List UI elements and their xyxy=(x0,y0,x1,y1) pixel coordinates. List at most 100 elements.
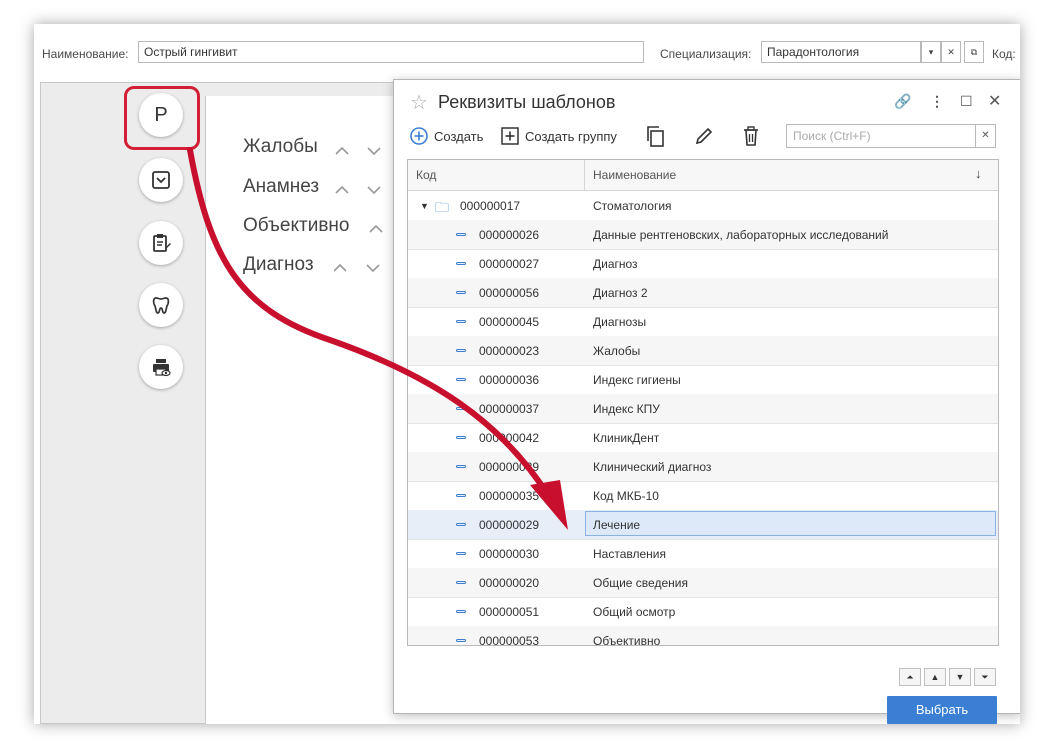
table-row[interactable]: 000000039 Клинический диагноз xyxy=(408,452,998,482)
row-code: 000000027 xyxy=(479,257,540,271)
row-name: Общий осмотр xyxy=(593,605,676,619)
row-name: Индекс КПУ xyxy=(593,402,660,416)
item-icon xyxy=(456,291,466,294)
printer-eye-icon xyxy=(153,359,171,377)
expand-button[interactable] xyxy=(139,158,183,202)
item-icon xyxy=(456,610,466,613)
table-row[interactable]: 000000027 Диагноз xyxy=(408,249,998,279)
chevron-up-icon xyxy=(369,224,383,233)
row-code: 000000056 xyxy=(479,286,540,300)
table-header: Код Наименование ↓ xyxy=(408,160,998,191)
column-code[interactable]: Код xyxy=(416,168,436,182)
row-name: Лечение xyxy=(593,518,641,532)
row-name: Общие сведения xyxy=(593,576,688,590)
row-name: Объективно xyxy=(593,634,661,646)
templates-table: Код Наименование ↓ ▼ 🗀 000000017 Стоматолог… xyxy=(407,159,999,646)
column-name[interactable]: Наименование xyxy=(593,168,676,182)
print-preview-button[interactable] xyxy=(139,345,183,389)
row-code: 000000020 xyxy=(479,576,540,590)
more-icon[interactable]: ⋮ xyxy=(930,93,944,110)
table-row[interactable]: 000000023 Жалобы xyxy=(408,336,998,366)
row-code: 000000037 xyxy=(479,402,540,416)
table-row[interactable]: 000000026 Данные рентгеновских, лаборатор… xyxy=(408,220,998,250)
star-icon[interactable]: ☆ xyxy=(410,90,428,115)
dialog-title: Реквизиты шаблонов xyxy=(438,92,616,112)
link-icon[interactable]: 🔗 xyxy=(894,93,911,110)
table-row[interactable]: 000000042 КлиникДент xyxy=(408,423,998,453)
item-icon xyxy=(456,465,466,468)
row-code: 000000051 xyxy=(479,605,540,619)
folder-icon: 🗀 xyxy=(435,199,449,215)
section-anamnesis[interactable]: Анамнез xyxy=(243,176,319,198)
table-row[interactable]: 000000037 Индекс КПУ xyxy=(408,394,998,424)
table-row[interactable]: 000000020 Общие сведения xyxy=(408,568,998,598)
search-input[interactable]: Поиск (Ctrl+F) xyxy=(786,124,976,148)
highlight-frame xyxy=(124,86,200,150)
section-diagnosis[interactable]: Диагноз xyxy=(243,254,314,276)
row-name: Диагнозы xyxy=(593,315,647,329)
clear-icon[interactable]: ✕ xyxy=(941,41,961,63)
name-input[interactable]: Острый гингивит xyxy=(138,41,644,63)
chevron-down-icon xyxy=(366,264,380,273)
item-icon xyxy=(456,349,466,352)
table-row[interactable]: ▼ 🗀 000000017 Стоматология xyxy=(408,191,998,221)
row-name: Индекс гигиены xyxy=(593,373,681,387)
table-row[interactable]: 000000053 Объективно xyxy=(408,626,998,646)
maximize-icon[interactable]: ☐ xyxy=(960,93,973,110)
item-icon xyxy=(456,407,466,410)
table-row[interactable]: 000000036 Индекс гигиены xyxy=(408,365,998,395)
create-button[interactable]: Создать xyxy=(410,127,483,145)
scroll-bottom-icon[interactable]: ⏷ xyxy=(974,668,996,686)
dropdown-icon[interactable]: ▾ xyxy=(921,41,941,63)
item-icon xyxy=(456,378,466,381)
item-icon xyxy=(456,581,466,584)
row-code: 000000036 xyxy=(479,373,540,387)
row-name: Наставления xyxy=(593,547,666,561)
table-row[interactable]: 000000056 Диагноз 2 xyxy=(408,278,998,308)
pencil-icon[interactable] xyxy=(694,126,714,146)
clipboard-edit-icon xyxy=(153,234,171,252)
clipboard-button[interactable] xyxy=(139,221,183,265)
item-icon xyxy=(456,436,466,439)
plus-square-icon xyxy=(501,127,519,145)
row-name: Диагноз 2 xyxy=(593,286,648,300)
sort-arrow-icon[interactable]: ↓ xyxy=(975,166,982,181)
tooth-button[interactable] xyxy=(139,283,183,327)
row-code: 000000017 xyxy=(460,199,521,213)
row-name: КлиникДент xyxy=(593,431,660,445)
row-code: 000000026 xyxy=(479,228,540,242)
table-row[interactable]: 000000029 Лечение xyxy=(408,510,998,540)
expand-toggle-icon[interactable]: ▼ xyxy=(420,201,429,211)
item-icon xyxy=(456,523,466,526)
scroll-down-icon[interactable]: ▼ xyxy=(949,668,971,686)
specialization-select[interactable]: Парадонтология xyxy=(761,41,921,63)
trash-icon[interactable] xyxy=(742,125,760,147)
search-clear-icon[interactable]: ✕ xyxy=(976,124,996,148)
section-complaints[interactable]: Жалобы xyxy=(243,136,318,158)
scroll-top-icon[interactable]: ⏶ xyxy=(899,668,921,686)
chevron-up-icon xyxy=(335,146,349,155)
table-row[interactable]: 000000051 Общий осмотр xyxy=(408,597,998,627)
close-icon[interactable]: ✕ xyxy=(988,91,1001,111)
row-code: 000000045 xyxy=(479,315,540,329)
create-label: Создать xyxy=(434,128,484,144)
open-icon[interactable]: ⧉ xyxy=(964,41,984,63)
copy-icon[interactable] xyxy=(645,125,665,147)
table-row[interactable]: 000000045 Диагнозы xyxy=(408,307,998,337)
row-name: Диагноз xyxy=(593,257,638,271)
create-group-label: Создать группу xyxy=(525,128,617,144)
row-name: Клинический диагноз xyxy=(593,460,712,474)
row-code: 000000053 xyxy=(479,634,540,646)
row-code: 000000035 xyxy=(479,489,540,503)
row-code: 000000023 xyxy=(479,344,540,358)
tooth-icon xyxy=(152,297,170,314)
create-group-button[interactable]: Создать группу xyxy=(501,127,617,145)
select-button[interactable]: Выбрать xyxy=(887,696,997,724)
table-row[interactable]: 000000030 Наставления xyxy=(408,539,998,569)
main-window: Наименование: Острый гингивит Специализа… xyxy=(34,24,1020,724)
item-icon xyxy=(456,552,466,555)
plus-circle-icon xyxy=(410,127,428,145)
table-row[interactable]: 000000035 Код МКБ-10 xyxy=(408,481,998,511)
item-icon xyxy=(456,639,466,642)
scroll-up-icon[interactable]: ▲ xyxy=(924,668,946,686)
